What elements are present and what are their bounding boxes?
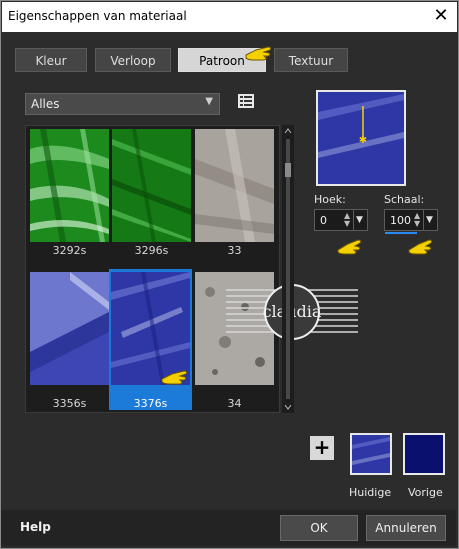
- current-swatch[interactable]: [350, 433, 392, 475]
- pattern-caption: 34: [227, 397, 242, 410]
- chevron-down-icon: ▼: [205, 96, 213, 107]
- pattern-thumbnail-3292s[interactable]: [30, 129, 109, 242]
- chevron-down-icon[interactable]: ▼: [423, 210, 435, 230]
- cancel-button[interactable]: Annuleren: [366, 515, 446, 541]
- current-swatch-label: Huidige: [349, 486, 392, 499]
- scale-spinbox[interactable]: 100 ▲ ▼ ▼: [384, 209, 438, 231]
- pointing-hand-icon: [408, 239, 433, 255]
- stepper-icon[interactable]: ▲ ▼: [344, 212, 350, 228]
- angle-label: Hoek:: [314, 193, 346, 206]
- previous-swatch-label: Vorige: [408, 486, 443, 499]
- pattern-caption: 3296s: [134, 244, 169, 257]
- angle-spinbox[interactable]: 0 ▲ ▼ ▼: [314, 209, 368, 231]
- pointing-hand-icon: [245, 46, 272, 61]
- stepper-icon[interactable]: ▲ ▼: [414, 212, 420, 228]
- svg-text:✱: ✱: [359, 135, 367, 146]
- category-dropdown[interactable]: Alles ▼: [25, 93, 220, 115]
- pattern-caption: 33: [227, 244, 242, 257]
- pointing-hand-icon: [337, 239, 362, 255]
- angle-value: 0: [320, 214, 327, 227]
- tab-textuur[interactable]: Textuur: [274, 48, 348, 72]
- title-bar: Eigenschappen van materiaal ✕: [2, 2, 457, 32]
- pattern-caption: 3356s: [52, 397, 87, 410]
- current-pattern-thumbnail: [352, 437, 390, 465]
- add-swatch-button[interactable]: +: [310, 436, 334, 460]
- gallery-scrollbar[interactable]: [282, 125, 294, 413]
- pattern-thumbnail-33[interactable]: [195, 129, 274, 242]
- pointing-hand-icon: [161, 370, 188, 385]
- pattern-caption: 3292s: [52, 244, 87, 257]
- chevron-down-icon[interactable]: ▼: [353, 210, 365, 230]
- tab-verloop[interactable]: Verloop: [95, 48, 171, 72]
- close-icon[interactable]: ✕: [431, 6, 451, 26]
- scale-label: Schaal:: [384, 193, 425, 206]
- angle-indicator: ✱: [318, 94, 404, 158]
- list-view-icon[interactable]: [238, 94, 254, 108]
- pattern-preview[interactable]: ✱: [316, 90, 406, 186]
- scale-value: 100: [390, 214, 411, 227]
- help-link[interactable]: Help: [20, 520, 51, 534]
- pattern-thumbnail-3356s[interactable]: [30, 272, 109, 385]
- pattern-thumbnail-3296s[interactable]: [112, 129, 191, 242]
- dialog-title: Eigenschappen van materiaal: [8, 9, 187, 23]
- previous-swatch[interactable]: [403, 433, 445, 475]
- ok-button[interactable]: OK: [280, 515, 358, 541]
- category-value: Alles: [31, 97, 60, 111]
- pattern-caption: 3376s: [133, 397, 168, 410]
- tab-kleur[interactable]: Kleur: [15, 48, 87, 72]
